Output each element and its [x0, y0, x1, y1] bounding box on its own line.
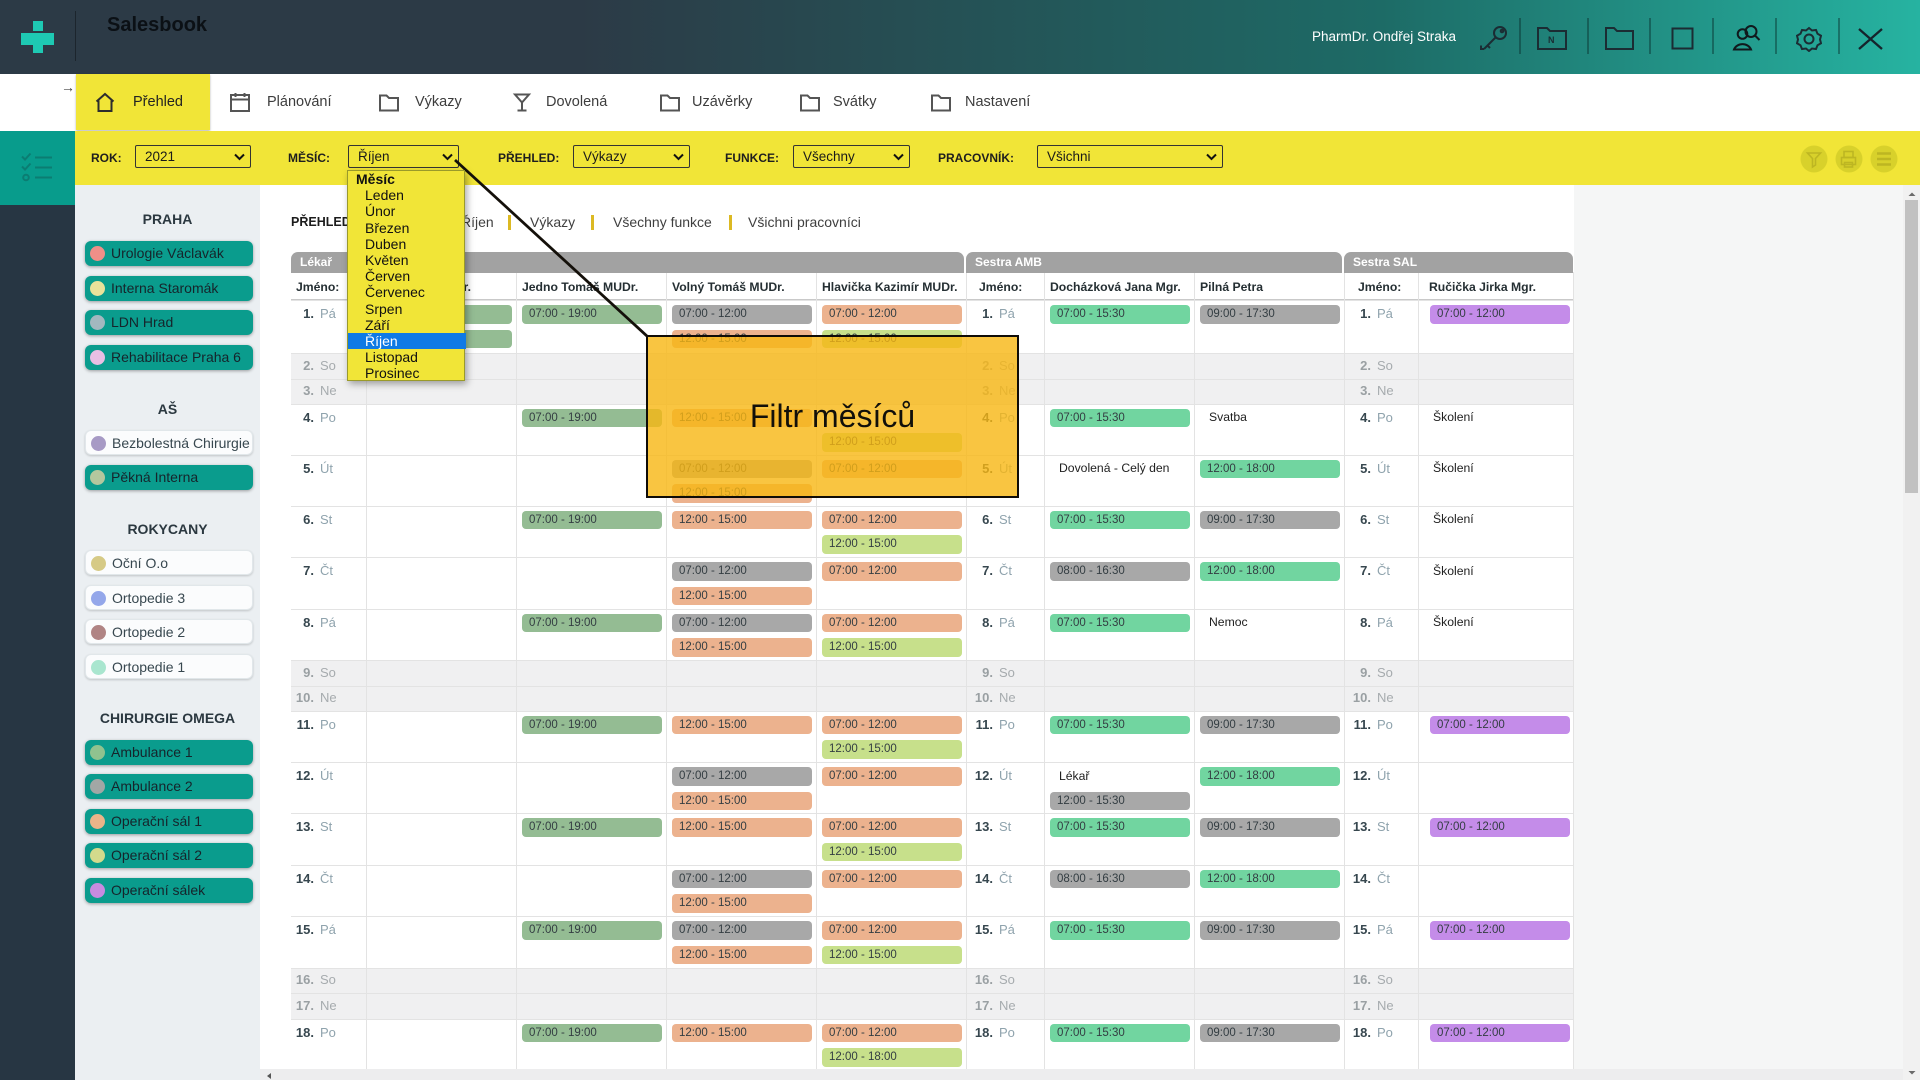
svg-text:N: N [1548, 35, 1555, 45]
